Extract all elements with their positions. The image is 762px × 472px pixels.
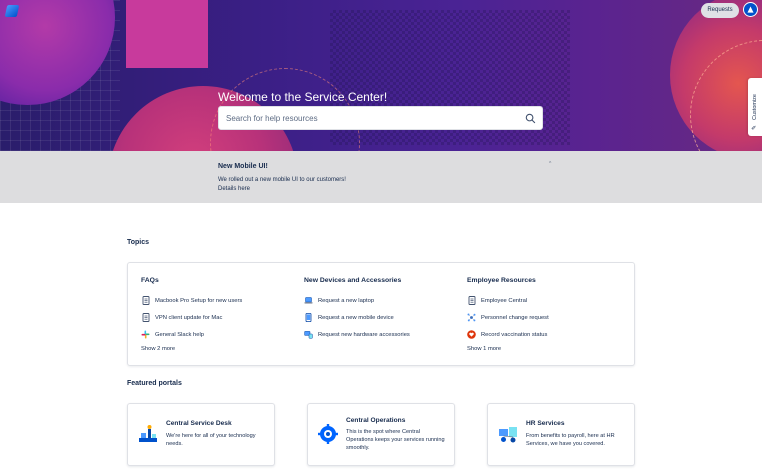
topic-link[interactable]: VPN client update for Mac — [141, 309, 242, 326]
announcement-body: We rolled out a new mobile UI to our cus… — [218, 177, 346, 183]
user-avatar[interactable] — [743, 2, 758, 17]
portal-description: We're here for all of your technology ne… — [166, 433, 256, 447]
topic-link-label: Personnel change request — [481, 314, 549, 321]
portal-title: Central Operations — [346, 417, 406, 424]
portal-title: Central Service Desk — [166, 420, 232, 427]
home-logo-icon[interactable] — [4, 5, 20, 17]
topic-link-label: Request a new mobile device — [318, 314, 394, 321]
customize-tab[interactable]: Customize ✎ — [748, 78, 762, 136]
topic-link[interactable]: Request a new laptop — [304, 292, 410, 309]
topic-column-title: New Devices and Accessories — [304, 277, 402, 284]
search-box[interactable] — [218, 106, 543, 130]
pencil-icon: ✎ — [752, 124, 759, 131]
document-icon — [467, 296, 476, 305]
portal-card-hr-services[interactable]: HR Services From benefits to payroll, he… — [487, 403, 635, 466]
topic-link-label: VPN client update for Mac — [155, 314, 223, 321]
topic-link[interactable]: General Slack help — [141, 326, 242, 343]
portal-card-central-operations[interactable]: Central Operations This is the spot wher… — [307, 403, 455, 466]
announcement-title: New Mobile UI! — [218, 163, 268, 170]
topic-column-title: FAQs — [141, 277, 159, 284]
search-icon[interactable] — [525, 113, 536, 124]
customize-label: Customize — [752, 94, 758, 120]
service-desk-icon — [139, 425, 157, 442]
topic-link[interactable]: Personnel change request — [467, 309, 549, 326]
portal-card-central-service-desk[interactable]: Central Service Desk We're here for all … — [127, 403, 275, 466]
featured-portals-heading: Featured portals — [127, 380, 182, 387]
topic-column-title: Employee Resources — [467, 277, 536, 284]
portal-description: From benefits to payroll, here at HR Ser… — [526, 433, 615, 447]
announcement-banner: New Mobile UI! We rolled out a new mobil… — [0, 151, 762, 203]
topic-column-faqs: FAQs Macbook Pro Setup for new users VPN… — [141, 277, 242, 352]
chevron-up-icon[interactable]: ˆ — [549, 162, 551, 169]
mobile-icon — [304, 313, 313, 322]
requests-button[interactable]: Requests — [701, 3, 739, 18]
document-icon — [141, 296, 150, 305]
topics-heading: Topics — [127, 239, 150, 246]
topic-link[interactable]: Record vaccination status — [467, 326, 549, 343]
search-input[interactable] — [226, 111, 516, 126]
show-more-link[interactable]: Show 2 more — [141, 346, 242, 352]
hr-icon — [499, 427, 517, 443]
topic-link[interactable]: Macbook Pro Setup for new users — [141, 292, 242, 309]
topics-card: FAQs Macbook Pro Setup for new users VPN… — [127, 262, 635, 366]
topic-column-employee: Employee Resources Employee Central Pers… — [467, 277, 549, 352]
avatar-glyph-icon — [747, 6, 754, 13]
hero-banner: Welcome to the Service Center! — [0, 0, 762, 151]
document-icon — [141, 313, 150, 322]
announcement-details-link[interactable]: Details here — [218, 186, 250, 192]
topic-link[interactable]: Request a new mobile device — [304, 309, 410, 326]
slack-icon — [141, 330, 150, 339]
topic-link-label: Record vaccination status — [481, 331, 548, 338]
gear-cloud-icon — [318, 424, 338, 444]
topic-link-label: General Slack help — [155, 331, 204, 338]
topic-link-label: Employee Central — [481, 297, 528, 304]
hero-title: Welcome to the Service Center! — [218, 90, 388, 104]
topic-link[interactable]: Employee Central — [467, 292, 549, 309]
topic-link-label: Request a new laptop — [318, 297, 375, 304]
portal-title: HR Services — [526, 420, 565, 427]
people-network-icon — [467, 313, 476, 322]
show-more-link[interactable]: Show 1 more — [467, 346, 549, 352]
heart-icon — [467, 330, 476, 339]
topic-link[interactable]: Request new hardware accessories — [304, 326, 410, 343]
hero-decor-square — [126, 0, 208, 68]
topic-link-label: Request new hardware accessories — [318, 331, 410, 338]
topic-column-devices: New Devices and Accessories Request a ne… — [304, 277, 410, 343]
laptop-icon — [304, 296, 313, 305]
portal-description: This is the spot where Central Operation… — [346, 429, 445, 451]
topic-link-label: Macbook Pro Setup for new users — [155, 297, 243, 304]
hardware-icon — [304, 330, 313, 339]
